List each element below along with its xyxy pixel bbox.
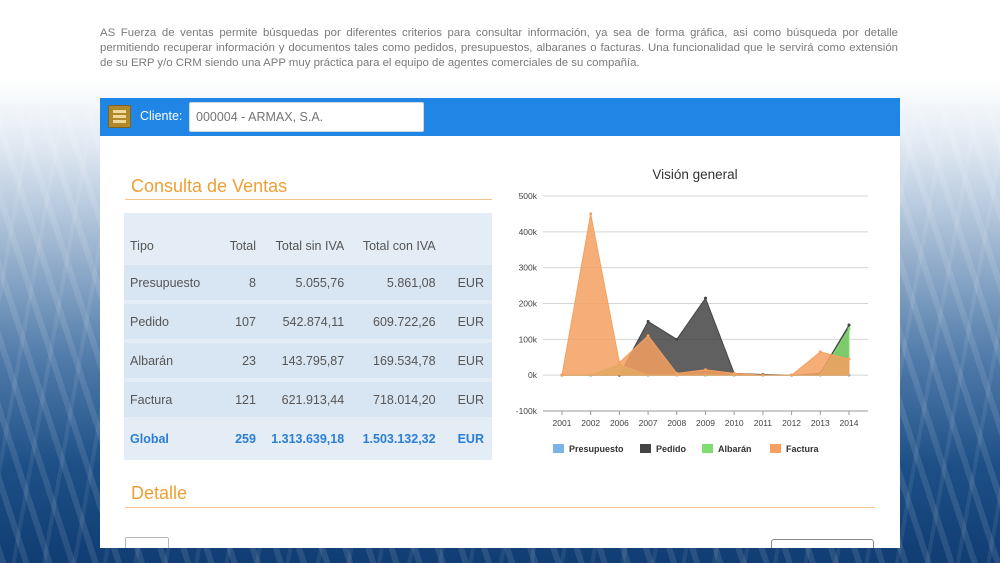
y-tick-label: 200k xyxy=(519,299,538,309)
data-point xyxy=(847,357,851,361)
table-row[interactable]: Factura 121 621.913,44 718.014,20 EUR xyxy=(124,382,492,417)
x-tick-label: 2012 xyxy=(782,418,801,428)
data-point xyxy=(732,371,736,375)
client-label: Cliente: xyxy=(140,109,183,123)
data-point xyxy=(617,361,621,365)
data-point xyxy=(646,334,650,338)
legend-swatch xyxy=(553,444,564,453)
cell-con-iva: 5.861,08 xyxy=(352,265,444,300)
table-header-row: Tipo Total Total sin IVA Total con IVA xyxy=(124,217,492,261)
y-tick-label: 300k xyxy=(519,263,538,273)
intro-paragraph: AS Fuerza de ventas permite búsquedas po… xyxy=(100,27,898,69)
client-input[interactable] xyxy=(189,102,424,132)
cell-con-iva: 718.014,20 xyxy=(352,382,444,417)
table-row-global[interactable]: Global 259 1.313.639,18 1.503.132,32 EUR xyxy=(124,421,492,456)
x-tick-label: 2006 xyxy=(610,418,629,428)
cell-con-iva: 169.534,78 xyxy=(352,343,444,378)
data-point xyxy=(704,296,707,300)
legend-swatch xyxy=(770,444,781,453)
data-point xyxy=(560,373,564,377)
data-point xyxy=(847,327,851,331)
app-window: Cliente: Consulta de Ventas Tipo Total T… xyxy=(100,98,900,548)
cell-currency: EUR xyxy=(443,304,492,339)
cell-sin-iva: 5.055,76 xyxy=(263,265,353,300)
x-tick-label: 2011 xyxy=(754,418,773,428)
table-row[interactable]: Albarán 23 143.795,87 169.534,78 EUR xyxy=(124,343,492,378)
data-point xyxy=(790,373,794,377)
cell-total: 8 xyxy=(218,265,264,300)
chart-svg: -100k 0k 100k 200k 300k 400k 500k 2001 2002 2006 2… xyxy=(516,191,868,454)
detail-search-input[interactable] xyxy=(771,539,874,548)
col-header-sin-iva: Total sin IVA xyxy=(275,239,345,253)
data-point xyxy=(589,212,593,216)
y-tick-label: 0k xyxy=(528,370,538,380)
hamburger-menu-icon[interactable] xyxy=(108,105,131,128)
col-header-total: Total xyxy=(229,239,256,253)
legend-swatch xyxy=(702,444,713,453)
legend-label: Pedido xyxy=(656,444,687,454)
cell-tipo: Global xyxy=(124,421,219,456)
cell-sin-iva: 542.874,11 xyxy=(263,304,353,339)
sales-table: Tipo Total Total sin IVA Total con IVA P… xyxy=(124,213,492,460)
x-tick-label: 2007 xyxy=(639,418,658,428)
y-tick-label: 100k xyxy=(519,334,538,344)
legend-label: Presupuesto xyxy=(569,444,624,454)
x-tick-label: 2001 xyxy=(553,418,572,428)
data-point xyxy=(847,323,851,327)
x-tick-label: 2010 xyxy=(725,418,744,428)
y-tick-label: -100k xyxy=(516,406,538,416)
table-row[interactable]: Presupuesto 8 5.055,76 5.861,08 EUR xyxy=(124,265,492,300)
page-size-select[interactable] xyxy=(125,537,169,548)
data-point xyxy=(646,319,650,323)
cell-sin-iva: 143.795,87 xyxy=(263,343,353,378)
x-tick-label: 2008 xyxy=(667,418,686,428)
cell-tipo: Presupuesto xyxy=(124,265,219,300)
legend-label: Factura xyxy=(786,444,820,454)
col-header-con-iva: Total con IVA xyxy=(362,239,436,253)
x-tick-label: 2002 xyxy=(581,418,600,428)
cell-tipo: Factura xyxy=(124,382,219,417)
table-row[interactable]: Pedido 107 542.874,11 609.722,26 EUR xyxy=(124,304,492,339)
cell-currency: EUR xyxy=(443,265,492,300)
cell-con-iva: 609.722,26 xyxy=(352,304,444,339)
data-point xyxy=(761,373,765,377)
col-header-tipo: Tipo xyxy=(130,239,154,253)
cell-total: 259 xyxy=(218,421,264,456)
consulta-title: Consulta de Ventas xyxy=(131,176,288,196)
x-tick-label: 2013 xyxy=(811,418,830,428)
cell-total: 121 xyxy=(218,382,264,417)
cell-tipo: Albarán xyxy=(124,343,219,378)
detalle-title: Detalle xyxy=(131,483,188,503)
col-header-currency xyxy=(444,217,492,261)
x-tick-label: 2009 xyxy=(696,418,715,428)
data-point xyxy=(675,371,679,375)
cell-sin-iva: 1.313.639,18 xyxy=(263,421,353,456)
cell-tipo: Pedido xyxy=(124,304,219,339)
data-point xyxy=(704,368,707,372)
legend-label: Albarán xyxy=(718,444,752,454)
data-point xyxy=(818,350,822,354)
cell-sin-iva: 621.913,44 xyxy=(263,382,353,417)
consulta-divider xyxy=(125,199,492,200)
cell-currency: EUR xyxy=(443,382,492,417)
x-tick-label: 2014 xyxy=(840,418,859,428)
legend-swatch xyxy=(640,444,651,453)
cell-currency: EUR xyxy=(443,343,492,378)
overview-chart: Visión general -100k 0k 100k 200k 300k 400k 50… xyxy=(510,158,880,468)
y-tick-label: 400k xyxy=(519,227,538,237)
cell-currency: EUR xyxy=(443,421,492,456)
data-point xyxy=(675,337,679,341)
y-tick-label: 500k xyxy=(519,191,538,201)
top-bar: Cliente: xyxy=(100,98,900,136)
cell-total: 23 xyxy=(218,343,264,378)
cell-total: 107 xyxy=(218,304,264,339)
cell-con-iva: 1.503.132,32 xyxy=(352,421,444,456)
chart-title: Visión general xyxy=(652,167,738,182)
detalle-divider xyxy=(125,507,875,508)
